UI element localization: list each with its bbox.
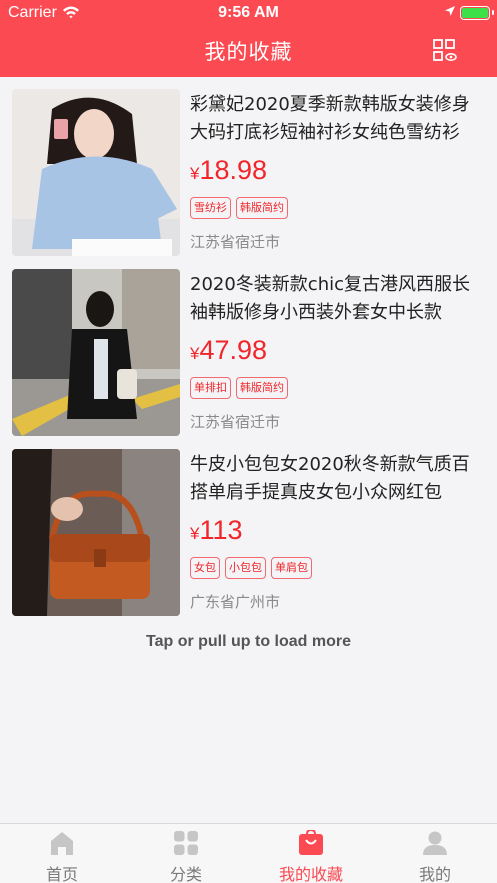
product-title: 2020冬装新款chic复古港风西服长袖韩版修身小西装外套女中长款	[190, 274, 471, 323]
product-price: ¥113	[190, 515, 243, 545]
location-arrow-icon	[445, 6, 455, 16]
product-tags: 单排扣 韩版简约	[190, 377, 293, 401]
product-tag: 小包包	[225, 557, 266, 579]
product-tag: 单肩包	[271, 557, 312, 579]
tab-label: 分类	[169, 865, 202, 883]
load-more-button[interactable]: Tap or pull up to load more	[0, 633, 497, 651]
tab-label: 我的收藏	[278, 865, 343, 883]
battery-icon	[460, 6, 494, 20]
product-image	[12, 269, 180, 436]
product-tags: 女包 小包包 单肩包	[190, 557, 317, 581]
list-item[interactable]: 牛皮小包包女2020秋冬新款气质百搭单肩手提真皮女包小众网红包 ¥113 女包小…	[0, 437, 497, 617]
tab-bar: 首页 分类 我的收藏 我的	[0, 823, 497, 883]
product-title: 彩黛妃2020夏季新款韩版女装修身大码打底衫短袖衬衫女纯色雪纺衫	[190, 94, 470, 143]
tab-label: 我的	[418, 865, 451, 883]
product-price: ¥18.98	[190, 155, 268, 185]
product-tag: 韩版简约	[236, 377, 288, 399]
product-location: 江苏省宿迁市	[190, 233, 281, 251]
tab-favorites[interactable]: 我的收藏	[249, 824, 373, 883]
product-tag: 女包	[190, 557, 220, 579]
product-tag: 单排扣	[190, 377, 231, 399]
status-bar: Carrier 9:56 AM	[0, 0, 497, 26]
tab-label: 首页	[45, 865, 78, 883]
product-location: 广东省广州市	[190, 593, 281, 611]
favorites-bag-icon	[299, 830, 323, 855]
grid-view-icon[interactable]	[431, 38, 459, 64]
tab-category[interactable]: 分类	[124, 824, 248, 883]
product-location: 江苏省宿迁市	[190, 413, 281, 431]
product-title: 牛皮小包包女2020秋冬新款气质百搭单肩手提真皮女包小众网红包	[190, 454, 470, 503]
app-header: Carrier 9:56 AM 我的收藏	[0, 0, 497, 77]
product-price: ¥47.98	[190, 335, 268, 365]
profile-icon	[423, 831, 447, 855]
product-image	[12, 449, 180, 616]
category-icon	[174, 831, 198, 855]
product-image	[12, 89, 180, 256]
page-title: 我的收藏	[204, 40, 293, 64]
product-tag: 韩版简约	[236, 197, 288, 219]
list-item[interactable]: 彩黛妃2020夏季新款韩版女装修身大码打底衫短袖衬衫女纯色雪纺衫 ¥18.98 …	[0, 77, 497, 257]
list-item[interactable]: 2020冬装新款chic复古港风西服长袖韩版修身小西装外套女中长款 ¥47.98…	[0, 257, 497, 437]
tab-profile[interactable]: 我的	[373, 824, 497, 883]
product-tags: 雪纺衫 韩版简约	[190, 197, 293, 221]
home-icon	[51, 832, 73, 855]
clock: 9:56 AM	[218, 4, 279, 21]
product-tag: 雪纺衫	[190, 197, 231, 219]
tab-home[interactable]: 首页	[0, 824, 124, 883]
